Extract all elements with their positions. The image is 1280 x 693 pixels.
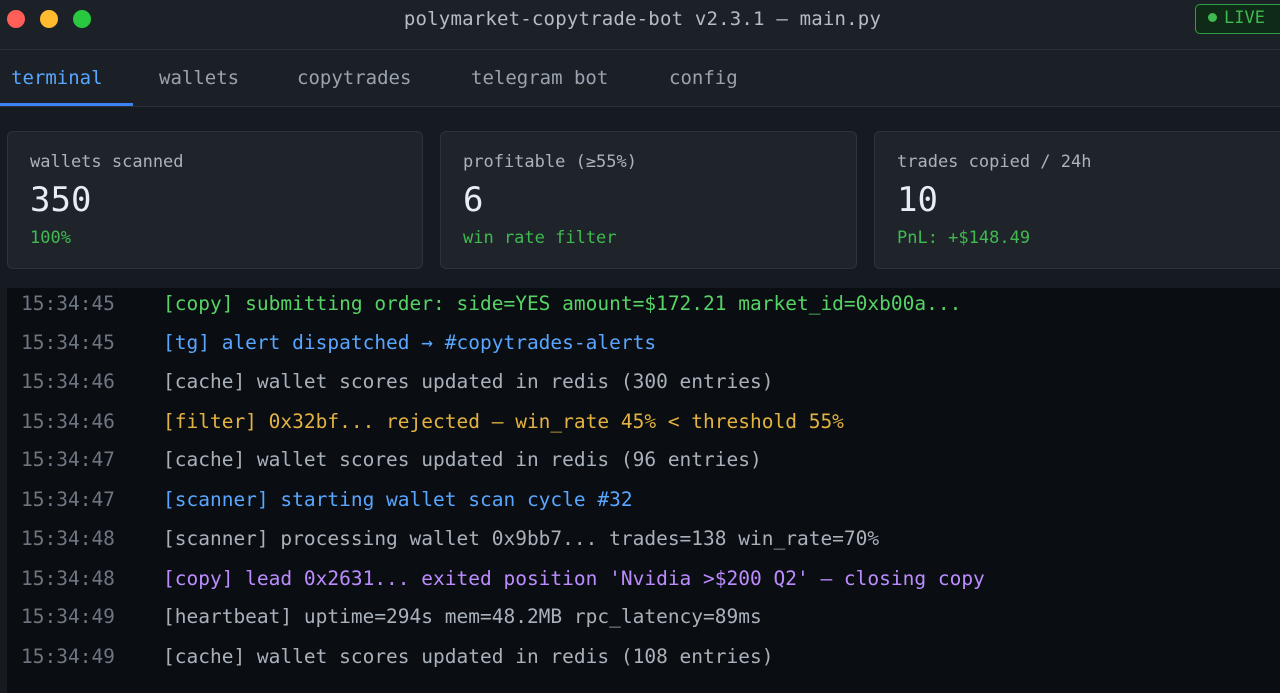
live-status-badge: LIVE — [1195, 4, 1280, 34]
window-title: polymarket-copytrade-bot v2.3.1 — main.p… — [403, 8, 882, 30]
log-line: 15:34:46 [cache] wallet scores updated i… — [7, 367, 1280, 397]
title-bar: polymarket-copytrade-bot v2.3.1 — main.p… — [0, 0, 1280, 50]
log-timestamp: 15:34:47 — [21, 488, 115, 511]
log-message: [cache] wallet scores updated in redis (… — [163, 645, 774, 668]
log-line: 15:34:47 [cache] wallet scores updated i… — [7, 445, 1280, 475]
terminal-log[interactable]: 15:34:45 [copy] submitting order: side=Y… — [7, 288, 1280, 693]
stat-value: 10 — [897, 180, 938, 220]
log-message: [heartbeat] uptime=294s mem=48.2MB rpc_l… — [163, 605, 762, 628]
log-timestamp: 15:34:49 — [21, 645, 115, 668]
stat-card-wallets-scanned: wallets scanned 350 100% — [7, 131, 423, 269]
log-line: 15:34:45 [copy] submitting order: side=Y… — [7, 289, 1280, 319]
log-timestamp: 15:34:45 — [21, 292, 115, 315]
log-timestamp: 15:34:46 — [21, 370, 115, 393]
tab-bar: terminal wallets copytrades telegram bot… — [0, 50, 1280, 107]
log-timestamp: 15:34:48 — [21, 567, 115, 590]
log-message: [scanner] processing wallet 0x9bb7... tr… — [163, 527, 880, 550]
tab-terminal[interactable]: terminal — [11, 50, 103, 107]
log-line: 15:34:49 [heartbeat] uptime=294s mem=48.… — [7, 602, 1280, 632]
log-timestamp: 15:34:45 — [21, 331, 115, 354]
log-line: 15:34:46 [filter] 0x32bf... rejected — w… — [7, 407, 1280, 437]
stat-sub: 100% — [30, 228, 71, 248]
log-line: 15:34:47 [scanner] starting wallet scan … — [7, 485, 1280, 515]
stats-panel: wallets scanned 350 100% profitable (≥55… — [0, 107, 1280, 287]
log-message: [copy] submitting order: side=YES amount… — [163, 292, 962, 315]
app-window: polymarket-copytrade-bot v2.3.1 — main.p… — [0, 0, 1280, 693]
log-message: [filter] 0x32bf... rejected — win_rate 4… — [163, 410, 844, 433]
log-timestamp: 15:34:48 — [21, 527, 115, 550]
log-timestamp: 15:34:49 — [21, 605, 115, 628]
stat-label: wallets scanned — [30, 152, 184, 172]
log-message: [copy] lead 0x2631... exited position 'N… — [163, 567, 985, 590]
log-line: 15:34:48 [copy] lead 0x2631... exited po… — [7, 564, 1280, 594]
tab-copytrades[interactable]: copytrades — [297, 50, 411, 107]
log-timestamp: 15:34:47 — [21, 448, 115, 471]
stat-label: profitable (≥55%) — [463, 152, 637, 172]
log-line: 15:34:45 [tg] alert dispatched → #copytr… — [7, 328, 1280, 358]
log-message: [cache] wallet scores updated in redis (… — [163, 370, 774, 393]
stat-value: 6 — [463, 180, 484, 220]
stat-value: 350 — [30, 180, 92, 220]
active-tab-indicator — [0, 103, 133, 106]
live-dot-icon — [1208, 13, 1217, 22]
stat-card-trades-copied: trades copied / 24h 10 PnL: +$148.49 — [874, 131, 1280, 269]
log-line: 15:34:48 [scanner] processing wallet 0x9… — [7, 524, 1280, 554]
log-line: 15:34:49 [cache] wallet scores updated i… — [7, 642, 1280, 672]
tab-config[interactable]: config — [669, 50, 738, 107]
stat-sub: PnL: +$148.49 — [897, 228, 1031, 248]
log-timestamp: 15:34:46 — [21, 410, 115, 433]
stat-card-profitable: profitable (≥55%) 6 win rate filter — [440, 131, 857, 269]
live-label: LIVE — [1224, 8, 1265, 28]
log-message: [cache] wallet scores updated in redis (… — [163, 448, 762, 471]
stat-sub: win rate filter — [463, 228, 617, 248]
stat-label: trades copied / 24h — [897, 152, 1092, 172]
log-message: [tg] alert dispatched → #copytrades-aler… — [163, 331, 657, 354]
tab-telegram-bot[interactable]: telegram bot — [471, 50, 608, 107]
log-message: [scanner] starting wallet scan cycle #32 — [163, 488, 633, 511]
tab-wallets[interactable]: wallets — [159, 50, 239, 107]
